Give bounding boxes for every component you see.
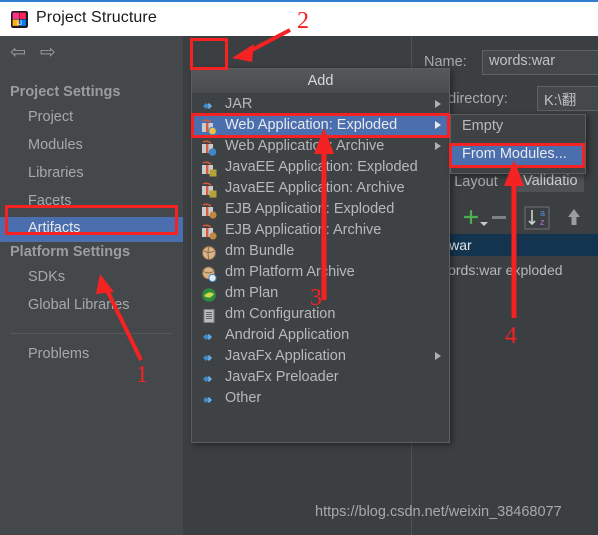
toolbar-divider — [512, 208, 514, 226]
tree-row-exploded-label: words:war exploded — [438, 262, 563, 278]
watermark-text: https://blog.csdn.net/weixin_38468077 — [315, 504, 562, 520]
menu-item-web-application-archive[interactable]: Web Application: Archive — [193, 137, 449, 158]
annotation-number-4: 4 — [505, 323, 517, 349]
annotation-box-from-modules — [449, 143, 585, 168]
annotation-number-2: 2 — [297, 8, 309, 34]
chevron-right-icon — [435, 100, 441, 108]
svg-text:IJ: IJ — [17, 20, 22, 27]
diamond-blue-icon — [203, 355, 212, 361]
menu-item-label: Web Application: Archive — [225, 138, 385, 154]
chevron-right-icon — [435, 142, 441, 150]
sort-az-icon[interactable]: a z — [524, 206, 550, 230]
sidebar-item-libraries[interactable]: Libraries — [28, 165, 84, 181]
intellij-idea-icon: IJ — [11, 11, 28, 28]
menu-item-dm-platform-archive[interactable]: dm Platform Archive — [193, 263, 449, 284]
menu-item-label: dm Platform Archive — [225, 264, 355, 280]
menu-item-ejb-application-exploded[interactable]: EJB Application: Exploded — [193, 200, 449, 221]
menu-item-label: Other — [225, 390, 262, 406]
web-gift-icon — [202, 140, 217, 156]
ejb-gift-icon — [202, 224, 217, 240]
diamond-blue-icon — [203, 334, 212, 340]
menu-item-dm-bundle[interactable]: dm Bundle — [193, 242, 449, 263]
output-directory-input[interactable]: K:\翻 — [537, 86, 598, 111]
project-structure-window: IJ Project Structure ⇦ ⇨ Project Setting… — [0, 0, 598, 535]
settings-sidebar: ⇦ ⇨ Project Settings Project Modules Lib… — [0, 36, 183, 535]
sidebar-item-modules[interactable]: Modules — [28, 137, 83, 153]
menu-item-label: Android Application — [225, 327, 350, 343]
artifact-name-input[interactable]: words:war — [482, 50, 598, 75]
menu-item-label: dm Plan — [225, 285, 279, 301]
javaee-gift-icon — [202, 182, 217, 198]
sidebar-item-problems[interactable]: Problems — [28, 346, 89, 362]
dm-config-icon — [203, 309, 215, 323]
dm-platform-icon — [202, 266, 217, 282]
submenu-item-empty[interactable]: Empty — [452, 117, 585, 138]
sidebar-group-platform-settings: Platform Settings — [10, 244, 131, 260]
menu-item-label: JavaEE Application: Exploded — [225, 159, 418, 175]
sidebar-item-sdks[interactable]: SDKs — [28, 269, 65, 285]
move-up-icon[interactable] — [564, 206, 584, 228]
diamond-blue-icon — [203, 103, 212, 109]
submenu-item-label: Empty — [462, 118, 504, 134]
back-arrow-icon[interactable]: ⇦ — [8, 43, 28, 63]
menu-item-android-application[interactable]: Android Application — [193, 326, 449, 347]
menu-item-label: JavaEE Application: Archive — [225, 180, 405, 196]
javaee-gift-icon — [202, 161, 217, 177]
menu-item-javaee-application-archive[interactable]: JavaEE Application: Archive — [193, 179, 449, 200]
sidebar-group-project-settings: Project Settings — [10, 84, 121, 100]
add-element-button[interactable] — [460, 206, 482, 228]
forward-arrow-icon[interactable]: ⇨ — [38, 43, 58, 63]
annotation-number-1: 1 — [136, 362, 148, 388]
annotation-number-3: 3 — [310, 285, 322, 311]
menu-item-label: dm Bundle — [225, 243, 295, 259]
dm-bundle-icon — [202, 246, 216, 260]
menu-item-other[interactable]: Other — [193, 389, 449, 410]
annotation-box-artifacts — [5, 205, 178, 235]
menu-item-label: JAR — [225, 96, 253, 112]
add-dropdown-caret-icon[interactable] — [480, 222, 488, 226]
annotation-box-web-app-exploded — [191, 113, 450, 138]
menu-item-javaee-application-exploded[interactable]: JavaEE Application: Exploded — [193, 158, 449, 179]
menu-item-javafx-preloader[interactable]: JavaFx Preloader — [193, 368, 449, 389]
menu-header-add: Add — [192, 69, 449, 93]
sidebar-item-global-libraries[interactable]: Global Libraries — [28, 297, 130, 313]
menu-item-label: JavaFx Application — [225, 348, 346, 364]
menu-item-ejb-application-archive[interactable]: EJB Application: Archive — [193, 221, 449, 242]
svg-text:z: z — [540, 217, 545, 227]
menu-item-label: EJB Application: Archive — [225, 222, 382, 238]
menu-item-label: EJB Application: Exploded — [225, 201, 395, 217]
diamond-blue-icon — [203, 376, 212, 382]
menu-item-javafx-application[interactable]: JavaFx Application — [193, 347, 449, 368]
sidebar-toolbar: ⇦ ⇨ — [0, 36, 183, 70]
sidebar-item-project[interactable]: Project — [28, 109, 73, 125]
sidebar-divider — [10, 333, 173, 334]
annotation-box-add-button — [190, 38, 228, 70]
diamond-blue-icon — [203, 397, 212, 403]
ejb-gift-icon — [202, 203, 217, 219]
dm-plan-icon — [202, 288, 216, 302]
chevron-right-icon — [435, 352, 441, 360]
window-title: Project Structure — [36, 9, 157, 26]
menu-item-label: JavaFx Preloader — [225, 369, 339, 385]
remove-element-button[interactable] — [492, 216, 506, 219]
